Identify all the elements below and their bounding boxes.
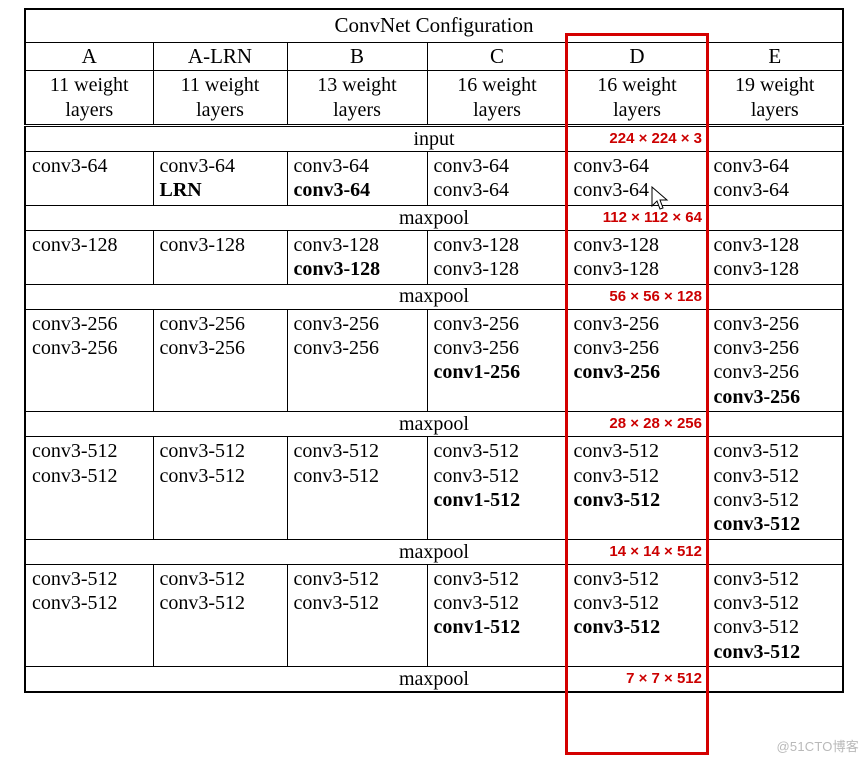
desc-B: 13 weightlayers [287,71,427,126]
watermark: @51CTO博客 [777,736,859,755]
desc-A: 11 weightlayers [25,71,153,126]
row-pool4: maxpool 14 × 14 × 512 [25,539,843,564]
pool1-label: maxpool [26,206,842,230]
pool4-label: maxpool [26,540,842,564]
col-A: A [25,42,153,71]
b1-B: conv3-64conv3-64 [287,152,427,206]
pool5-label: maxpool [26,667,842,691]
b4-C: conv3-512conv3-512conv1-512 [427,437,567,540]
block3-row: conv3-256conv3-256 conv3-256conv3-256 co… [25,309,843,412]
b1-E: conv3-64conv3-64 [707,152,843,206]
col-E: E [707,42,843,71]
b3-D: conv3-256conv3-256conv3-256 [567,309,707,412]
row-input: input 224 × 224 × 3 [25,126,843,152]
b5-D: conv3-512conv3-512conv3-512 [567,564,707,667]
row-pool3: maxpool 28 × 28 × 256 [25,412,843,437]
b5-ALRN: conv3-512conv3-512 [153,564,287,667]
b2-E: conv3-128conv3-128 [707,230,843,284]
block1-row: conv3-64 conv3-64LRN conv3-64conv3-64 co… [25,152,843,206]
desc-A-LRN: 11 weightlayers [153,71,287,126]
b4-A: conv3-512conv3-512 [25,437,153,540]
b4-ALRN: conv3-512conv3-512 [153,437,287,540]
col-A-LRN: A-LRN [153,42,287,71]
b5-A: conv3-512conv3-512 [25,564,153,667]
row-pool1: maxpool 112 × 112 × 64 [25,205,843,230]
pool2-label: maxpool [26,285,842,309]
b3-E: conv3-256conv3-256conv3-256conv3-256 [707,309,843,412]
desc-E: 19 weightlayers [707,71,843,126]
block5-row: conv3-512conv3-512 conv3-512conv3-512 co… [25,564,843,667]
desc-D: 16 weightlayers [567,71,707,126]
anno-pool5: 7 × 7 × 512 [626,670,702,688]
b5-E: conv3-512conv3-512conv3-512conv3-512 [707,564,843,667]
b3-B: conv3-256conv3-256 [287,309,427,412]
block2-row: conv3-128 conv3-128 conv3-128conv3-128 c… [25,230,843,284]
row-pool5: maxpool 7 × 7 × 512 [25,667,843,693]
b5-B: conv3-512conv3-512 [287,564,427,667]
row-pool2: maxpool 56 × 56 × 128 [25,284,843,309]
col-C: C [427,42,567,71]
b1-D: conv3-64conv3-64 [567,152,707,206]
anno-pool1: 112 × 112 × 64 [603,209,702,227]
desc-C: 16 weightlayers [427,71,567,126]
col-B: B [287,42,427,71]
b1-ALRN: conv3-64LRN [153,152,287,206]
b3-C: conv3-256conv3-256conv1-256 [427,309,567,412]
b3-A: conv3-256conv3-256 [25,309,153,412]
anno-pool3: 28 × 28 × 256 [609,415,702,433]
b2-D: conv3-128conv3-128 [567,230,707,284]
convnet-config-table: ConvNet Configuration A A-LRN B C D E 11… [24,8,844,693]
b2-B: conv3-128conv3-128 [287,230,427,284]
table-title: ConvNet Configuration [25,9,843,42]
anno-pool2: 56 × 56 × 128 [609,287,702,305]
b1-C: conv3-64conv3-64 [427,152,567,206]
b2-ALRN: conv3-128 [153,230,287,284]
b5-C: conv3-512conv3-512conv1-512 [427,564,567,667]
block4-row: conv3-512conv3-512 conv3-512conv3-512 co… [25,437,843,540]
b4-B: conv3-512conv3-512 [287,437,427,540]
b1-A: conv3-64 [25,152,153,206]
input-label: input [26,127,842,151]
b2-C: conv3-128conv3-128 [427,230,567,284]
b3-ALRN: conv3-256conv3-256 [153,309,287,412]
pool3-label: maxpool [26,412,842,436]
anno-pool4: 14 × 14 × 512 [609,543,702,561]
anno-input: 224 × 224 × 3 [609,130,702,148]
b2-A: conv3-128 [25,230,153,284]
b4-E: conv3-512conv3-512conv3-512conv3-512 [707,437,843,540]
b4-D: conv3-512conv3-512conv3-512 [567,437,707,540]
col-D: D [567,42,707,71]
